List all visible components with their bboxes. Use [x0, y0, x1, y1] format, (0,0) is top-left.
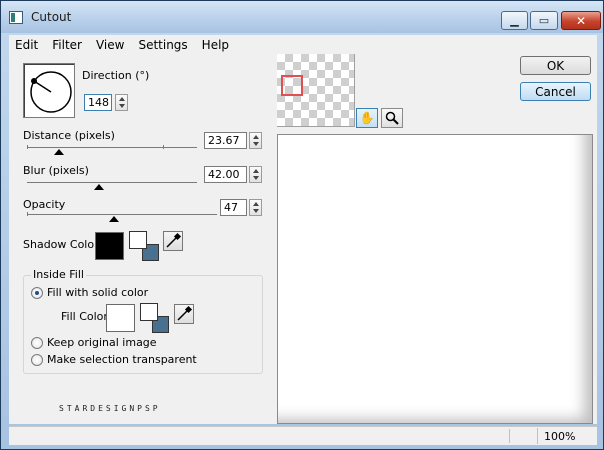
blur-spinner[interactable] [249, 166, 262, 183]
distance-label: Distance (pixels) [23, 129, 115, 142]
blur-slider-track[interactable] [27, 182, 197, 183]
title-bar[interactable]: Cutout ▁ ▭ ✕ [1, 1, 603, 33]
fill-solid-label[interactable]: Fill with solid color [47, 286, 148, 299]
cancel-button[interactable]: Cancel [520, 82, 591, 101]
cutout-dialog-window: Cutout ▁ ▭ ✕ Edit Filter View Settings H… [0, 0, 604, 450]
fill-eyedropper-button[interactable] [174, 304, 194, 324]
navigator-viewport-rect[interactable] [281, 75, 303, 96]
direction-spinner[interactable] [115, 94, 128, 111]
blur-label: Blur (pixels) [23, 164, 89, 177]
eyedropper-icon [166, 232, 182, 248]
radio-fill-solid[interactable] [31, 287, 43, 299]
menu-view[interactable]: View [90, 38, 130, 52]
menu-filter[interactable]: Filter [46, 38, 88, 52]
blur-input[interactable]: 42.00 [204, 166, 247, 183]
opacity-slider-track[interactable] [27, 214, 217, 215]
main-preview-canvas[interactable] [277, 134, 593, 424]
minimize-button[interactable]: ▁ [501, 11, 528, 30]
window-title: Cutout [31, 10, 72, 24]
opacity-spinner[interactable] [249, 199, 262, 216]
distance-tick [27, 145, 28, 149]
brand-watermark: STARDESIGNPSP [59, 404, 161, 413]
shadow-eyedropper-button[interactable] [163, 231, 183, 251]
distance-slider-thumb[interactable] [54, 149, 64, 155]
menu-bar: Edit Filter View Settings Help [9, 35, 597, 54]
make-transparent-label[interactable]: Make selection transparent [47, 353, 197, 366]
fill-color-swatch[interactable] [106, 304, 135, 332]
magnifier-icon [385, 111, 399, 125]
status-separator [509, 429, 510, 443]
menu-settings[interactable]: Settings [132, 38, 193, 52]
menu-edit[interactable]: Edit [9, 38, 44, 52]
opacity-tick [27, 212, 28, 216]
distance-spinner[interactable] [249, 132, 262, 149]
pan-tool-button[interactable]: ✋ [356, 108, 378, 128]
eyedropper-icon [177, 305, 193, 321]
direction-input[interactable]: 148 [84, 94, 112, 111]
ok-button[interactable]: OK [520, 56, 591, 75]
keep-original-label[interactable]: Keep original image [47, 336, 157, 349]
hand-icon: ✋ [359, 111, 375, 125]
shadow-color-swap-swatch[interactable] [129, 231, 147, 249]
fill-color-swap-swatch[interactable] [140, 303, 158, 321]
direction-label: Direction (°) [82, 69, 150, 82]
dialog-client-area: Direction (°) 148 Distance (pixels) 23.6… [9, 54, 597, 424]
fill-color-label: Fill Color [61, 310, 108, 323]
shadow-color-label: Shadow Color [23, 238, 99, 251]
radio-keep-original[interactable] [31, 337, 43, 349]
radio-make-transparent[interactable] [31, 354, 43, 366]
opacity-slider-thumb[interactable] [109, 216, 119, 222]
maximize-icon: ▭ [538, 14, 550, 27]
distance-input[interactable]: 23.67 [204, 132, 247, 149]
opacity-label: Opacity [23, 198, 66, 211]
inside-fill-title: Inside Fill [31, 268, 86, 281]
close-button[interactable]: ✕ [561, 11, 601, 30]
shadow-color-swatch[interactable] [95, 232, 124, 260]
zoom-level: 100% [537, 428, 597, 444]
distance-tick [163, 145, 164, 149]
status-bar: 100% [9, 426, 597, 445]
close-icon: ✕ [575, 13, 587, 28]
opacity-input[interactable]: 47 [220, 199, 247, 216]
direction-dial[interactable] [23, 63, 75, 118]
zoom-tool-button[interactable] [381, 108, 403, 128]
distance-slider-track[interactable] [27, 147, 197, 148]
minimize-icon: ▁ [510, 14, 519, 27]
blur-slider-thumb[interactable] [94, 184, 104, 190]
app-icon [9, 11, 23, 24]
menu-help[interactable]: Help [196, 38, 235, 52]
maximize-button[interactable]: ▭ [530, 11, 558, 30]
